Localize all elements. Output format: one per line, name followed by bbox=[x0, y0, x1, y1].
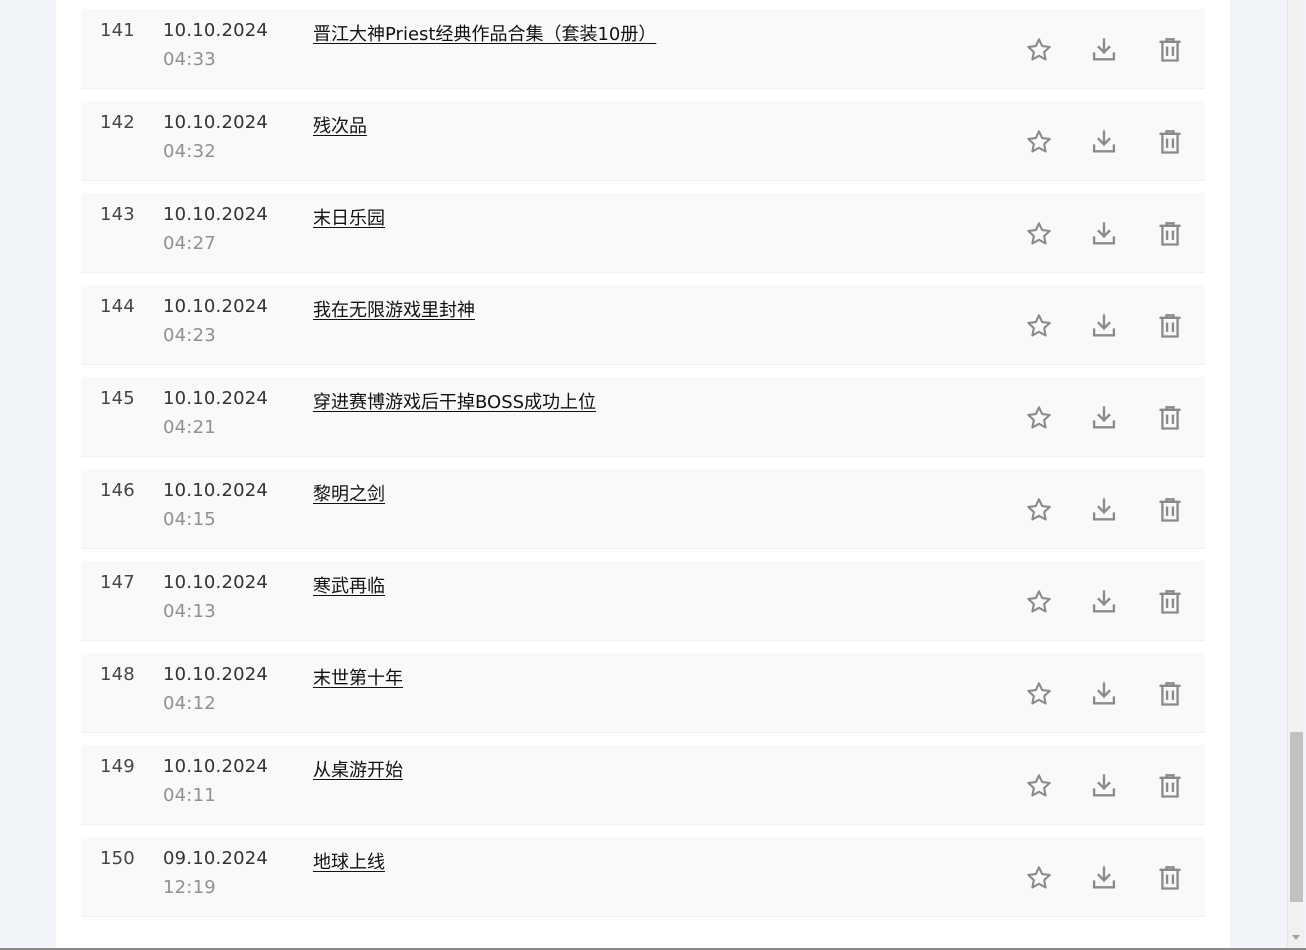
item-title-link[interactable]: 穿进赛博游戏后干掉BOSS成功上位 bbox=[313, 388, 596, 414]
item-number: 146 bbox=[100, 480, 135, 501]
item-title-link[interactable]: 晋江大神Priest经典作品合集（套装10册） bbox=[313, 20, 656, 46]
star-icon[interactable] bbox=[1025, 588, 1053, 616]
list-item: 147 10.10.2024 04:13 寒武再临 bbox=[81, 561, 1205, 641]
item-date: 10.10.2024 bbox=[163, 572, 269, 593]
item-date: 10.10.2024 bbox=[163, 20, 269, 41]
item-time: 12:19 bbox=[163, 877, 216, 898]
item-time: 04:12 bbox=[163, 693, 216, 714]
star-icon[interactable] bbox=[1025, 312, 1053, 340]
item-title-link[interactable]: 从桌游开始 bbox=[313, 756, 403, 782]
trash-icon[interactable] bbox=[1156, 772, 1184, 800]
trash-icon[interactable] bbox=[1156, 36, 1184, 64]
trash-icon[interactable] bbox=[1156, 680, 1184, 708]
item-date: 10.10.2024 bbox=[163, 388, 269, 409]
download-icon[interactable] bbox=[1090, 496, 1118, 524]
trash-icon[interactable] bbox=[1156, 588, 1184, 616]
trash-icon[interactable] bbox=[1156, 312, 1184, 340]
item-number: 143 bbox=[100, 204, 135, 225]
item-date: 10.10.2024 bbox=[163, 756, 269, 777]
scroll-down-arrow-icon[interactable] bbox=[1292, 935, 1300, 940]
trash-icon[interactable] bbox=[1156, 128, 1184, 156]
item-number: 141 bbox=[100, 20, 135, 41]
item-date: 10.10.2024 bbox=[163, 204, 269, 225]
item-date: 10.10.2024 bbox=[163, 480, 269, 501]
star-icon[interactable] bbox=[1025, 864, 1053, 892]
list-item: 149 10.10.2024 04:11 从桌游开始 bbox=[81, 745, 1205, 825]
item-time: 04:15 bbox=[163, 509, 216, 530]
star-icon[interactable] bbox=[1025, 128, 1053, 156]
item-number: 145 bbox=[100, 388, 135, 409]
download-icon[interactable] bbox=[1090, 36, 1118, 64]
trash-icon[interactable] bbox=[1156, 496, 1184, 524]
list-item: 141 10.10.2024 04:33 晋江大神Priest经典作品合集（套装… bbox=[81, 9, 1205, 89]
download-icon[interactable] bbox=[1090, 220, 1118, 248]
list-item: 144 10.10.2024 04:23 我在无限游戏里封神 bbox=[81, 285, 1205, 365]
item-title-link[interactable]: 黎明之剑 bbox=[313, 480, 385, 506]
download-icon[interactable] bbox=[1090, 312, 1118, 340]
item-time: 04:23 bbox=[163, 325, 216, 346]
star-icon[interactable] bbox=[1025, 680, 1053, 708]
item-number: 150 bbox=[100, 848, 135, 869]
download-icon[interactable] bbox=[1090, 772, 1118, 800]
download-icon[interactable] bbox=[1090, 864, 1118, 892]
download-icon[interactable] bbox=[1090, 128, 1118, 156]
item-time: 04:21 bbox=[163, 417, 216, 438]
download-icon[interactable] bbox=[1090, 404, 1118, 432]
item-time: 04:13 bbox=[163, 601, 216, 622]
item-number: 142 bbox=[100, 112, 135, 133]
item-date: 10.10.2024 bbox=[163, 664, 269, 685]
vertical-scrollbar[interactable] bbox=[1287, 0, 1304, 950]
list-item: 148 10.10.2024 04:12 末世第十年 bbox=[81, 653, 1205, 733]
item-title-link[interactable]: 我在无限游戏里封神 bbox=[313, 296, 475, 322]
item-title-link[interactable]: 寒武再临 bbox=[313, 572, 385, 598]
item-title-link[interactable]: 残次品 bbox=[313, 112, 367, 138]
item-number: 144 bbox=[100, 296, 135, 317]
star-icon[interactable] bbox=[1025, 220, 1053, 248]
item-title-link[interactable]: 末世第十年 bbox=[313, 664, 403, 690]
item-number: 148 bbox=[100, 664, 135, 685]
item-date: 09.10.2024 bbox=[163, 848, 269, 869]
list-item: 142 10.10.2024 04:32 残次品 bbox=[81, 101, 1205, 181]
item-time: 04:27 bbox=[163, 233, 216, 254]
item-time: 04:11 bbox=[163, 785, 216, 806]
list-item: 150 09.10.2024 12:19 地球上线 bbox=[81, 837, 1205, 917]
item-time: 04:33 bbox=[163, 49, 216, 70]
download-icon[interactable] bbox=[1090, 588, 1118, 616]
star-icon[interactable] bbox=[1025, 404, 1053, 432]
item-number: 147 bbox=[100, 572, 135, 593]
download-icon[interactable] bbox=[1090, 680, 1118, 708]
scrollbar-thumb[interactable] bbox=[1290, 732, 1303, 902]
item-date: 10.10.2024 bbox=[163, 296, 269, 317]
trash-icon[interactable] bbox=[1156, 864, 1184, 892]
item-time: 04:32 bbox=[163, 141, 216, 162]
history-list: 141 10.10.2024 04:33 晋江大神Priest经典作品合集（套装… bbox=[81, 9, 1205, 929]
list-item: 145 10.10.2024 04:21 穿进赛博游戏后干掉BOSS成功上位 bbox=[81, 377, 1205, 457]
star-icon[interactable] bbox=[1025, 36, 1053, 64]
trash-icon[interactable] bbox=[1156, 404, 1184, 432]
item-title-link[interactable]: 末日乐园 bbox=[313, 204, 385, 230]
star-icon[interactable] bbox=[1025, 772, 1053, 800]
list-item: 146 10.10.2024 04:15 黎明之剑 bbox=[81, 469, 1205, 549]
item-title-link[interactable]: 地球上线 bbox=[313, 848, 385, 874]
star-icon[interactable] bbox=[1025, 496, 1053, 524]
item-date: 10.10.2024 bbox=[163, 112, 269, 133]
list-item: 143 10.10.2024 04:27 末日乐园 bbox=[81, 193, 1205, 273]
item-number: 149 bbox=[100, 756, 135, 777]
trash-icon[interactable] bbox=[1156, 220, 1184, 248]
